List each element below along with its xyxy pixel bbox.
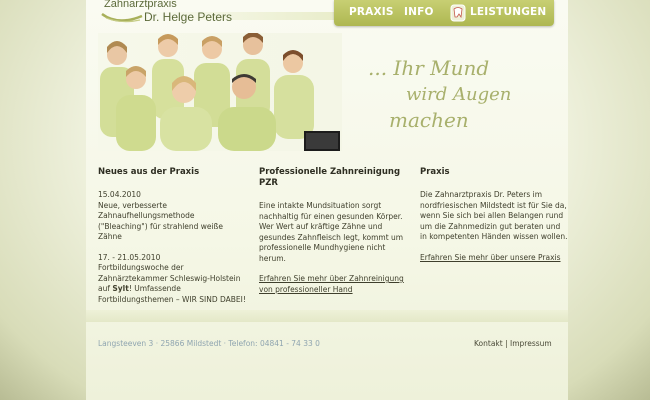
praxis-column: Praxis Die Zahnarztpraxis Dr. Peters im … (420, 167, 568, 263)
team-illustration (98, 33, 342, 151)
nav-item-praxis[interactable]: PRAXIS (349, 6, 394, 18)
footer-kontakt-link[interactable]: Kontakt (474, 339, 503, 348)
slogan-line3: machen (389, 108, 469, 132)
cleaning-heading: Professionelle Zahnreinigung PZR (259, 167, 401, 188)
footer-address: Langsteeven 3 · 25866 Mildstedt · Telefo… (98, 339, 320, 348)
logo-subtitle: Dr. Helge Peters (144, 10, 233, 24)
praxis-more-link[interactable]: Erfahren Sie mehr über unsere Praxis (420, 253, 561, 262)
cleaning-body: Eine intakte Mundsituation sorgt nachhal… (259, 201, 404, 263)
praxis-body: Die Zahnarztpraxis Dr. Peters im nordfri… (420, 190, 568, 241)
nav-item-info[interactable]: INFO (404, 6, 434, 18)
news-item2-text: Fortbildungswoche der Zahnärztekammer Sc… (98, 263, 246, 305)
logo-title: Zahnarztpraxis (104, 0, 177, 10)
news-item2-date: 17. - 21.05.2010 (98, 252, 161, 262)
slogan-line1: ... Ihr Mund (368, 56, 490, 80)
news-heading: Neues aus der Praxis (98, 167, 200, 177)
praxis-heading: Praxis (420, 167, 450, 177)
footer-separator: | (505, 339, 508, 348)
cleaning-column: Professionelle Zahnreinigung PZR Eine in… (259, 167, 407, 295)
cleaning-more-link[interactable]: Erfahren Sie mehr über Zahnreinigung von… (259, 274, 404, 294)
hero-team-photo (98, 33, 342, 151)
footer-impressum-link[interactable]: Impressum (510, 339, 552, 348)
nav-item-leistungen[interactable]: LEISTUNGEN (470, 6, 546, 18)
footer-divider (86, 310, 568, 322)
logo[interactable]: Zahnarztpraxis Dr. Helge Peters (100, 0, 290, 30)
footer-links: Kontakt | Impressum (474, 339, 552, 348)
slogan-line2: wird Augen (406, 84, 512, 105)
news-item2-bold: Sylt (112, 284, 129, 293)
news-item1-text: Neue, verbesserte Zahnaufhellungsmethode… (98, 200, 223, 242)
main-nav: PRAXIS INFO LEISTUNGEN (334, 0, 554, 26)
news-column: Neues aus der Praxis 15.04.2010 Neue, ve… (98, 167, 246, 305)
news-item1-date: 15.04.2010 (98, 190, 141, 199)
tooth-icon (450, 4, 466, 22)
